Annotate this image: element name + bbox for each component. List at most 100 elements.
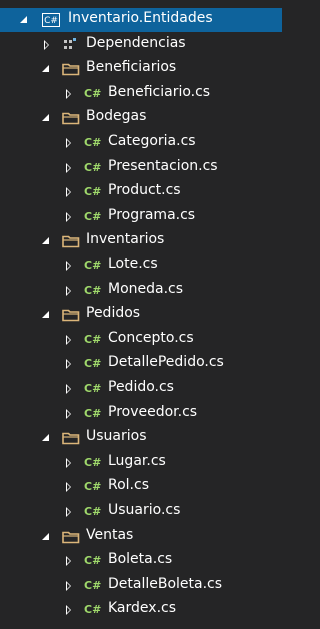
node-label: DetallePedido.cs — [108, 354, 224, 371]
collapse-arrow-icon[interactable] — [66, 334, 71, 345]
folder-icon — [62, 431, 80, 445]
file-node[interactable]: C# Boleta.cs — [0, 549, 282, 573]
node-label: Pedido.cs — [108, 379, 174, 395]
csharp-file-icon: C# — [84, 505, 102, 518]
file-node[interactable]: C# Presentacion.cs — [0, 156, 282, 180]
folder-node[interactable]: Ventas — [0, 525, 282, 549]
collapse-arrow-icon[interactable] — [66, 211, 71, 222]
expand-arrow-icon[interactable] — [20, 16, 27, 23]
folder-node[interactable]: Bodegas — [0, 106, 282, 130]
csharp-file-icon: C# — [84, 86, 102, 100]
node-label: Dependencias — [86, 34, 186, 51]
node-label: Usuario.cs — [108, 502, 181, 518]
csharp-file-icon: C# — [84, 332, 102, 346]
expand-arrow-icon[interactable] — [42, 311, 49, 319]
node-label: Lote.cs — [108, 256, 158, 272]
collapse-arrow-icon[interactable] — [66, 457, 71, 468]
collapse-arrow-icon[interactable] — [66, 580, 71, 591]
collapse-arrow-icon[interactable] — [66, 138, 71, 148]
file-node[interactable]: C# Programa.cs — [0, 205, 282, 229]
collapse-arrow-icon[interactable] — [66, 359, 71, 370]
collapse-arrow-icon[interactable] — [66, 408, 71, 419]
file-node[interactable]: C# Lugar.cs — [0, 451, 282, 475]
expand-arrow-icon[interactable] — [42, 65, 49, 73]
file-node[interactable]: C# Categoria.cs — [0, 131, 282, 155]
csharp-file-icon: C# — [84, 357, 102, 371]
csharp-file-icon: C# — [84, 283, 102, 297]
node-label: Concepto.cs — [108, 329, 194, 346]
folder-icon — [62, 530, 80, 544]
node-label: Beneficiarios — [86, 59, 177, 76]
node-label: Pedidos — [86, 305, 141, 322]
folder-node[interactable]: Beneficiarios — [0, 57, 282, 81]
node-label: Lugar.cs — [108, 452, 166, 469]
file-node[interactable]: C# Concepto.cs — [0, 328, 282, 352]
expand-arrow-icon[interactable] — [42, 434, 49, 442]
collapse-arrow-icon[interactable] — [66, 507, 71, 517]
file-node[interactable]: C# Product.cs — [0, 180, 282, 204]
node-label: Bodegas — [86, 108, 147, 125]
file-node[interactable]: C# DetalleBoleta.cs — [0, 574, 282, 598]
node-label: Beneficiario.cs — [108, 83, 211, 100]
collapse-arrow-icon[interactable] — [44, 39, 49, 50]
csharp-file-icon: C# — [84, 455, 102, 469]
folder-icon — [62, 308, 80, 322]
node-label: Moneda.cs — [108, 280, 184, 297]
csharp-file-icon: C# — [84, 554, 102, 568]
node-label: DetalleBoleta.cs — [108, 575, 223, 592]
csharp-file-icon: C# — [84, 209, 102, 223]
node-label: Ventas — [86, 526, 134, 543]
csharp-file-icon: C# — [84, 480, 102, 494]
expand-arrow-icon[interactable] — [42, 237, 49, 245]
file-node[interactable]: C# Lote.cs — [0, 254, 282, 278]
file-node[interactable]: C# Pedido.cs — [0, 377, 282, 401]
file-node[interactable]: C# Proveedor.cs — [0, 402, 282, 426]
project-name: Inventario.Entidades — [68, 10, 213, 26]
node-label: Inventarios — [86, 231, 165, 248]
csharp-file-icon: C# — [84, 382, 102, 395]
collapse-arrow-icon[interactable] — [66, 605, 71, 616]
dependencies-icon — [62, 37, 80, 52]
collapse-arrow-icon[interactable] — [66, 261, 71, 271]
folder-icon — [62, 111, 80, 125]
csharp-file-icon: C# — [84, 160, 102, 174]
solution-explorer-tree: C# Inventario.Entidades Dependencias Bene… — [0, 0, 282, 629]
folder-node[interactable]: Inventarios — [0, 229, 282, 253]
collapse-arrow-icon[interactable] — [66, 384, 71, 394]
expand-arrow-icon[interactable] — [42, 114, 49, 122]
node-label: Programa.cs — [108, 206, 196, 223]
csharp-file-icon: C# — [84, 185, 102, 199]
folder-icon — [62, 234, 80, 248]
file-node[interactable]: C# DetallePedido.cs — [0, 352, 282, 376]
collapse-arrow-icon[interactable] — [66, 187, 71, 198]
csharp-project-icon: C# — [42, 13, 60, 27]
file-node[interactable]: C# Moneda.cs — [0, 279, 282, 303]
expand-arrow-icon[interactable] — [42, 532, 49, 540]
dependencies-node[interactable]: Dependencias — [0, 33, 282, 57]
folder-node[interactable]: Pedidos — [0, 303, 282, 327]
collapse-arrow-icon[interactable] — [66, 556, 71, 567]
file-node[interactable]: C# Beneficiario.cs — [0, 82, 282, 106]
collapse-arrow-icon[interactable] — [66, 88, 71, 99]
node-label: Boleta.cs — [108, 551, 173, 568]
node-label: Kardex.cs — [108, 600, 177, 617]
node-label: Presentacion.cs — [108, 157, 218, 174]
node-label: Usuarios — [86, 428, 147, 445]
project-node[interactable]: C# Inventario.Entidades — [0, 8, 282, 32]
csharp-file-icon: C# — [84, 578, 102, 592]
file-node[interactable]: C# Rol.cs — [0, 475, 282, 499]
node-label: Categoria.cs — [108, 133, 196, 149]
node-label: Rol.cs — [108, 477, 149, 494]
collapse-arrow-icon[interactable] — [66, 162, 71, 173]
csharp-file-icon: C# — [84, 136, 102, 149]
file-node[interactable]: C# Kardex.cs — [0, 598, 282, 622]
csharp-file-icon: C# — [84, 603, 102, 617]
node-label: Proveedor.cs — [108, 403, 198, 420]
folder-icon — [62, 62, 80, 76]
folder-node[interactable]: Usuarios — [0, 426, 282, 450]
collapse-arrow-icon[interactable] — [66, 285, 71, 296]
csharp-file-icon: C# — [84, 259, 102, 272]
csharp-file-icon: C# — [84, 406, 102, 420]
collapse-arrow-icon[interactable] — [66, 482, 71, 493]
file-node[interactable]: C# Usuario.cs — [0, 500, 282, 524]
